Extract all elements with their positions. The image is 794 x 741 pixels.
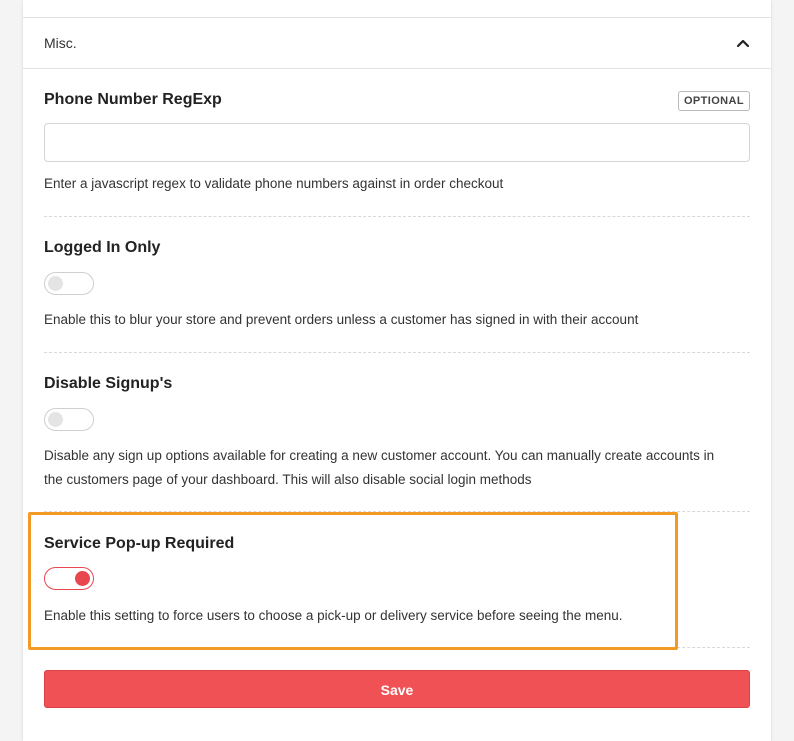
chevron-up-icon[interactable]	[735, 35, 751, 51]
phone-regex-help: Enter a javascript regex to validate pho…	[44, 176, 504, 191]
section-title: Misc.	[44, 35, 77, 51]
misc-section-header[interactable]: Misc.	[23, 18, 771, 69]
settings-card: Misc. Phone Number RegExp OPTIONAL Enter…	[23, 0, 771, 741]
divider	[44, 352, 750, 353]
previous-section-edge	[23, 0, 771, 18]
logged-in-only-help: Enable this to blur your store and preve…	[44, 312, 639, 327]
save-button[interactable]: Save	[44, 670, 750, 708]
phone-regex-field: Phone Number RegExp OPTIONAL Enter a jav…	[44, 91, 750, 191]
disable-signups-toggle[interactable]	[44, 408, 94, 431]
phone-regex-input[interactable]	[44, 123, 750, 162]
toggle-knob	[48, 276, 63, 291]
toggle-knob	[48, 412, 63, 427]
disable-signups-field: Disable Signup's Disable any sign up opt…	[44, 375, 750, 487]
disable-signups-help-line2: the customers page of your dashboard. Th…	[44, 472, 532, 487]
logged-in-only-toggle[interactable]	[44, 272, 94, 295]
divider	[44, 216, 750, 217]
disable-signups-help-line1: Disable any sign up options available fo…	[44, 448, 715, 463]
highlight-annotation	[28, 512, 678, 650]
optional-badge: OPTIONAL	[677, 91, 750, 111]
phone-regex-label: Phone Number RegExp	[44, 91, 222, 108]
logged-in-only-field: Logged In Only Enable this to blur your …	[44, 239, 750, 327]
logged-in-only-label: Logged In Only	[44, 239, 161, 256]
disable-signups-label: Disable Signup's	[44, 375, 173, 392]
